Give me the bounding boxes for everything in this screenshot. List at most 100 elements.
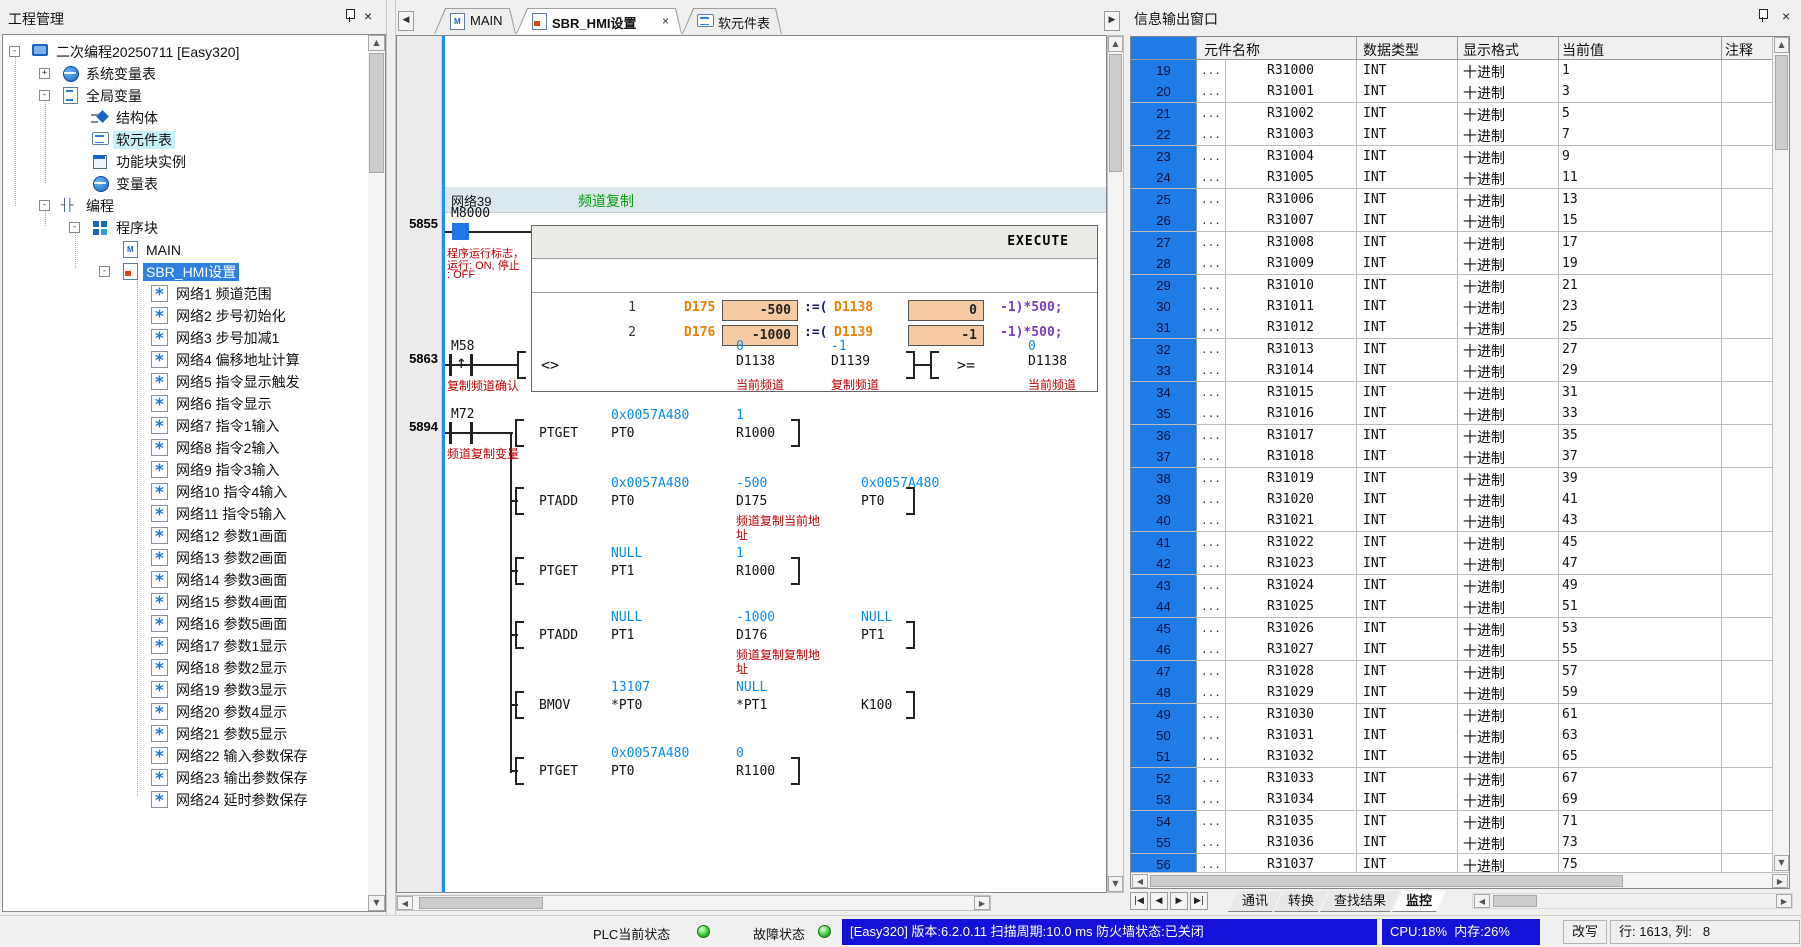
row-detail-dots[interactable]: ... — [1201, 836, 1221, 849]
st-value-box[interactable]: -500 — [722, 300, 798, 321]
operand-text[interactable]: PTADD — [539, 628, 578, 643]
table-row[interactable]: 19...R31000INT十进制1 — [1131, 60, 1772, 82]
data-type-cell[interactable]: INT — [1363, 256, 1386, 271]
table-row[interactable]: 37...R31018INT十进制37 — [1131, 446, 1772, 468]
display-format-cell[interactable]: 十进制 — [1463, 405, 1505, 425]
data-type-cell[interactable]: INT — [1363, 192, 1386, 207]
tab-软元件表[interactable]: 软元件表 — [682, 8, 782, 34]
row-detail-dots[interactable]: ... — [1201, 686, 1221, 699]
scroll-right-button[interactable]: ▶ — [1772, 874, 1788, 888]
display-format-cell[interactable]: 十进制 — [1463, 791, 1505, 811]
data-type-cell[interactable]: INT — [1363, 792, 1386, 807]
table-row[interactable]: 24...R31005INT十进制11 — [1131, 167, 1772, 189]
data-type-cell[interactable]: INT — [1363, 578, 1386, 593]
data-type-cell[interactable]: INT — [1363, 664, 1386, 679]
current-value-cell[interactable]: 59 — [1562, 685, 1578, 700]
row-detail-dots[interactable]: ... — [1201, 150, 1221, 163]
current-value-cell[interactable]: 25 — [1562, 320, 1578, 335]
device-name-cell[interactable]: R31005 — [1225, 170, 1356, 185]
tree-scrollbar-thumb[interactable] — [369, 53, 384, 173]
tree-item-网络21 参数5显示[interactable]: 网络21 参数5显示 — [3, 723, 363, 745]
device-name-cell[interactable]: R31000 — [1225, 63, 1356, 78]
current-value-cell[interactable]: 69 — [1562, 792, 1578, 807]
row-detail-dots[interactable]: ... — [1201, 815, 1221, 828]
tab-MAIN[interactable]: MAIN — [434, 8, 516, 34]
row-index-cell[interactable]: 32 — [1131, 339, 1197, 360]
row-detail-dots[interactable]: ... — [1201, 64, 1221, 77]
monitor-value[interactable]: 0x0057A480 — [611, 746, 689, 761]
data-type-cell[interactable]: INT — [1363, 857, 1386, 872]
current-value-cell[interactable]: 63 — [1562, 728, 1578, 743]
table-row[interactable]: 41...R31022INT十进制45 — [1131, 532, 1772, 554]
display-format-cell[interactable]: 十进制 — [1463, 255, 1505, 275]
data-type-cell[interactable]: INT — [1363, 621, 1386, 636]
table-row[interactable]: 53...R31034INT十进制69 — [1131, 789, 1772, 811]
data-type-cell[interactable]: INT — [1363, 535, 1386, 550]
column-header-5[interactable]: 注释 — [1725, 40, 1753, 60]
display-format-cell[interactable]: 十进制 — [1463, 491, 1505, 511]
current-value-cell[interactable]: 31 — [1562, 385, 1578, 400]
current-value-cell[interactable]: 19 — [1562, 256, 1578, 271]
row-index-cell[interactable]: 35 — [1131, 403, 1197, 424]
row-index-cell[interactable]: 41 — [1131, 532, 1197, 553]
device-name-cell[interactable]: R31004 — [1225, 149, 1356, 164]
tree-item-软元件表[interactable]: 软元件表 — [3, 129, 363, 151]
row-detail-dots[interactable]: ... — [1201, 557, 1221, 570]
row-index-cell[interactable]: 51 — [1131, 746, 1197, 767]
contact-M58[interactable]: ↑ — [447, 354, 475, 376]
tree-item-二次编程20250711 [Easy320][interactable]: -二次编程20250711 [Easy320] — [3, 41, 363, 63]
row-detail-dots[interactable]: ... — [1201, 450, 1221, 463]
current-value-cell[interactable]: 33 — [1562, 406, 1578, 421]
operand-text[interactable]: M8000 — [451, 206, 490, 221]
table-row[interactable]: 29...R31010INT十进制21 — [1131, 275, 1772, 297]
scroll-up-button[interactable]: ▲ — [1774, 37, 1789, 53]
tree-item-网络19 参数3显示[interactable]: 网络19 参数3显示 — [3, 679, 363, 701]
device-name-cell[interactable]: R31015 — [1225, 385, 1356, 400]
current-value-cell[interactable]: 37 — [1562, 449, 1578, 464]
scroll-down-button[interactable]: ▼ — [1108, 876, 1123, 892]
editor-vscrollbar[interactable]: ▲ ▼ — [1107, 35, 1124, 893]
row-index-cell[interactable]: 45 — [1131, 618, 1197, 639]
tree-item-系统变量表[interactable]: +系统变量表 — [3, 63, 363, 85]
device-name-cell[interactable]: R31016 — [1225, 406, 1356, 421]
current-value-cell[interactable]: 13 — [1562, 192, 1578, 207]
display-format-cell[interactable]: 十进制 — [1463, 298, 1505, 318]
table-row[interactable]: 25...R31006INT十进制13 — [1131, 189, 1772, 211]
row-index-cell[interactable]: 25 — [1131, 189, 1197, 210]
monitor-value[interactable]: 0x0057A480 — [611, 408, 689, 423]
row-detail-dots[interactable]: ... — [1201, 514, 1221, 527]
data-type-cell[interactable]: INT — [1363, 749, 1386, 764]
expand-toggle[interactable]: + — [39, 68, 50, 79]
table-row[interactable]: 44...R31025INT十进制51 — [1131, 596, 1772, 618]
expand-toggle[interactable]: - — [39, 90, 50, 101]
row-detail-dots[interactable]: ... — [1201, 493, 1221, 506]
data-type-cell[interactable]: INT — [1363, 449, 1386, 464]
current-value-cell[interactable]: 53 — [1562, 621, 1578, 636]
row-index-cell[interactable]: 19 — [1131, 60, 1197, 81]
device-name-cell[interactable]: R31017 — [1225, 428, 1356, 443]
current-value-cell[interactable]: 71 — [1562, 814, 1578, 829]
display-format-cell[interactable]: 十进制 — [1463, 319, 1505, 339]
pin-icon[interactable] — [344, 8, 356, 23]
tree-item-编程[interactable]: -编程 — [3, 195, 363, 217]
operand-text[interactable]: D1138 — [1028, 354, 1067, 369]
display-format-cell[interactable]: 十进制 — [1463, 169, 1505, 189]
column-header-4[interactable]: 当前值 — [1562, 40, 1604, 60]
row-detail-dots[interactable]: ... — [1201, 750, 1221, 763]
st-variable[interactable]: D1138 — [834, 300, 873, 315]
table-row[interactable]: 36...R31017INT十进制35 — [1131, 425, 1772, 447]
operand-text[interactable]: D1139 — [831, 354, 870, 369]
row-index-cell[interactable]: 53 — [1131, 789, 1197, 810]
tree-item-网络24 延时参数保存[interactable]: 网络24 延时参数保存 — [3, 789, 363, 811]
device-name-cell[interactable]: R31034 — [1225, 792, 1356, 807]
table-row[interactable]: 48...R31029INT十进制59 — [1131, 682, 1772, 704]
display-format-cell[interactable]: 十进制 — [1463, 834, 1505, 854]
tree-item-网络11 指令5输入[interactable]: 网络11 指令5输入 — [3, 503, 363, 525]
row-index-cell[interactable]: 47 — [1131, 661, 1197, 682]
device-name-cell[interactable]: R31011 — [1225, 299, 1356, 314]
row-detail-dots[interactable]: ... — [1201, 279, 1221, 292]
operand-text[interactable]: *PT1 — [736, 698, 767, 713]
panel-splitter[interactable] — [386, 0, 396, 915]
row-detail-dots[interactable]: ... — [1201, 214, 1221, 227]
row-detail-dots[interactable]: ... — [1201, 85, 1221, 98]
